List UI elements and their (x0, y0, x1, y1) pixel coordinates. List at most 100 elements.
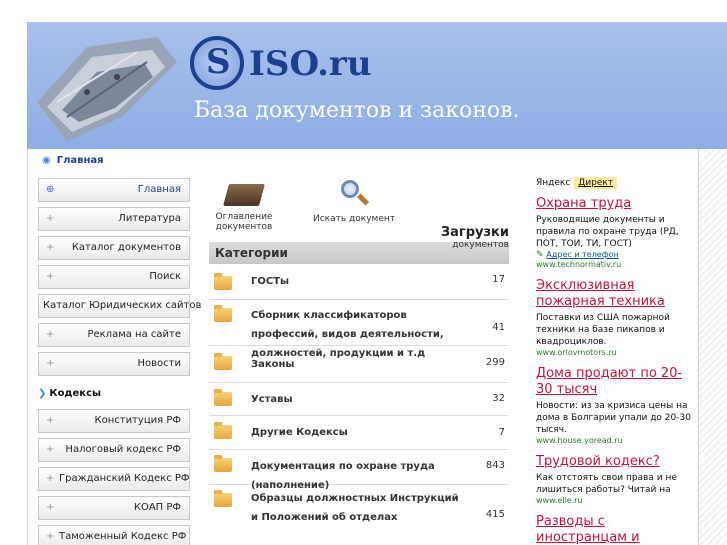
category-count: 299 (485, 357, 505, 368)
category-row[interactable]: Законы 299 (209, 346, 509, 383)
ad-text: Руководящие документы и правила по охран… (536, 215, 679, 249)
category-count: 7 (498, 427, 505, 438)
ad-url-link[interactable]: www.orlovmotors.ru (536, 348, 696, 357)
sidebar-item-label: Гражданский Кодекс РФ (59, 473, 190, 484)
page: S ISO.ru База документов и законов. ◉ Гла… (0, 0, 727, 545)
folder-icon (214, 422, 232, 439)
ads-column: Яндекс Директ Охрана труда Руководящие до… (536, 177, 696, 545)
expand-icon: + (46, 213, 55, 224)
breadcrumb-home-link[interactable]: Главная (57, 155, 104, 166)
ad-title-link[interactable]: Трудовой кодекс? (536, 454, 696, 470)
expand-icon: ⊕ (46, 184, 55, 195)
category-count: 41 (492, 322, 505, 333)
ad-text: Новости: из за кризиса цены на дома в Бо… (536, 401, 691, 435)
left-sidebar: ⊕ Главная + Литература + Каталог документов… (38, 178, 201, 545)
downloads-link[interactable]: Загрузки документов (399, 178, 509, 250)
site-tagline: База документов и законов. (194, 98, 520, 123)
sidebar-item-home[interactable]: ⊕ Главная (38, 178, 190, 202)
sidebar-item-label: Каталог Юридических сайтов (43, 300, 202, 311)
sidebar-item-label: Реклама на сайте (87, 329, 181, 340)
search-document-link[interactable]: Искать документ (309, 178, 399, 224)
sidebar-group-title: Кодексы (49, 388, 102, 399)
ad-title-link[interactable]: Охрана труда (536, 196, 696, 212)
logo-mark[interactable]: S (190, 36, 244, 90)
sidebar-item-customs-code[interactable]: + Таможенный Кодекс РФ (38, 525, 190, 545)
category-name[interactable]: Уставы (251, 390, 293, 409)
category-count: 843 (485, 460, 505, 471)
sidebar-item-label: Главная (137, 184, 181, 195)
sidebar-item-koap[interactable]: + КОАП РФ (38, 496, 190, 520)
sidebar-item-label: Поиск (149, 271, 181, 282)
expand-icon: + (46, 242, 55, 253)
ad-text: Поставки из США пожарной техники на базе… (536, 313, 670, 347)
category-row[interactable]: Сборник классификаторов профессий, видов… (209, 300, 509, 359)
ad-item: Трудовой кодекс? Как отстоять свои права… (536, 454, 696, 505)
bullet-icon: ◉ (42, 155, 51, 166)
sidebar-item-civil-code[interactable]: + Гражданский Кодекс РФ (38, 467, 190, 491)
direct-link[interactable]: Директ (574, 177, 618, 189)
expand-icon: + (46, 415, 55, 426)
expand-icon: + (46, 271, 55, 282)
category-count: 415 (485, 509, 505, 520)
expand-icon: + (46, 444, 55, 455)
category-count: 17 (492, 274, 505, 285)
chevron-right-icon: ❯ (38, 388, 47, 399)
content-area: ◉ Главная ⊕ Главная + Литература + Каталог д… (27, 149, 699, 545)
ad-item: Охрана труда Руководящие документы и пра… (536, 196, 696, 269)
ad-item: Эксклюзивная пожарная техника Поставки и… (536, 278, 696, 357)
ads-header: Яндекс Директ (536, 177, 696, 189)
sidebar-item-label: Каталог документов (71, 242, 181, 253)
pencil-icon: ✎ (536, 250, 544, 260)
metal-parts-illustration (37, 37, 177, 142)
sidebar-item-label: Конституция РФ (94, 415, 181, 426)
category-row[interactable]: Документация по охране труда (наполнение… (209, 450, 509, 491)
book-icon (223, 184, 265, 206)
sidebar-item-doc-catalog[interactable]: + Каталог документов (38, 236, 190, 260)
ad-url-link[interactable]: www.technormativ.ru (536, 260, 696, 269)
sidebar-item-label: КОАП РФ (133, 502, 181, 513)
expand-icon: + (46, 358, 55, 369)
ad-title-link[interactable]: Дома продают по 20-30 тысяч (536, 366, 696, 398)
site-banner: S ISO.ru База документов и законов. (27, 22, 727, 149)
category-row[interactable]: Образцы должностных Инструкций и Положен… (209, 485, 509, 531)
sidebar-item-search[interactable]: + Поиск (38, 265, 190, 289)
main-column: Оглавление документов Искать документ За… (209, 178, 509, 531)
sidebar-item-label: Налоговый кодекс РФ (65, 444, 181, 455)
category-count: 32 (492, 393, 505, 404)
folder-icon (214, 455, 232, 472)
sidebar-item-constitution[interactable]: + Конституция РФ (38, 409, 190, 433)
category-name[interactable]: Образцы должностных Инструкций и Положен… (251, 489, 466, 527)
category-name[interactable]: ГОСТы (251, 272, 289, 291)
sidebar-item-literature[interactable]: + Литература (38, 207, 190, 231)
folder-icon (214, 353, 232, 370)
folder-icon (214, 389, 232, 406)
category-name[interactable]: Законы (251, 355, 294, 374)
category-name[interactable]: Другие Кодексы (251, 423, 348, 442)
sidebar-item-advertising[interactable]: + Реклама на сайте (38, 323, 190, 347)
ad-text: Как отстоять свои права и не лишиться ра… (536, 473, 677, 495)
yandex-label[interactable]: Яндекс (536, 178, 570, 188)
sidebar-item-tax-code[interactable]: + Налоговый кодекс РФ (38, 438, 190, 462)
sidebar-item-news[interactable]: + Новости (38, 352, 190, 376)
ad-url-link[interactable]: www.house.yoread.ru (536, 436, 696, 445)
folder-icon (214, 490, 232, 507)
ad-title-link[interactable]: Разводы с иностранцам и (536, 514, 696, 545)
category-row[interactable]: ГОСТы 17 (209, 264, 509, 300)
expand-icon: + (46, 473, 55, 484)
expand-icon: + (46, 502, 55, 513)
downloads-title: Загрузки (440, 225, 509, 240)
category-row[interactable]: Другие Кодексы 7 (209, 416, 509, 450)
expand-icon: + (46, 329, 55, 340)
search-document-label: Искать документ (313, 214, 395, 224)
ad-item: Дома продают по 20-30 тысяч Новости: из … (536, 366, 696, 445)
ad-url-link[interactable]: www.elle.ru (536, 496, 696, 505)
magnifier-icon (337, 178, 371, 212)
quick-links: Оглавление документов Искать документ За… (209, 178, 509, 250)
category-row[interactable]: Уставы 32 (209, 383, 509, 416)
sidebar-item-legal-sites[interactable]: Каталог Юридических сайтов (38, 294, 201, 318)
ad-address-link[interactable]: Адрес и телефон (546, 250, 618, 259)
logo-text[interactable]: ISO.ru (249, 44, 372, 84)
folder-icon (214, 305, 232, 322)
ad-title-link[interactable]: Эксклюзивная пожарная техника (536, 278, 696, 310)
toc-link[interactable]: Оглавление документов (209, 178, 279, 232)
